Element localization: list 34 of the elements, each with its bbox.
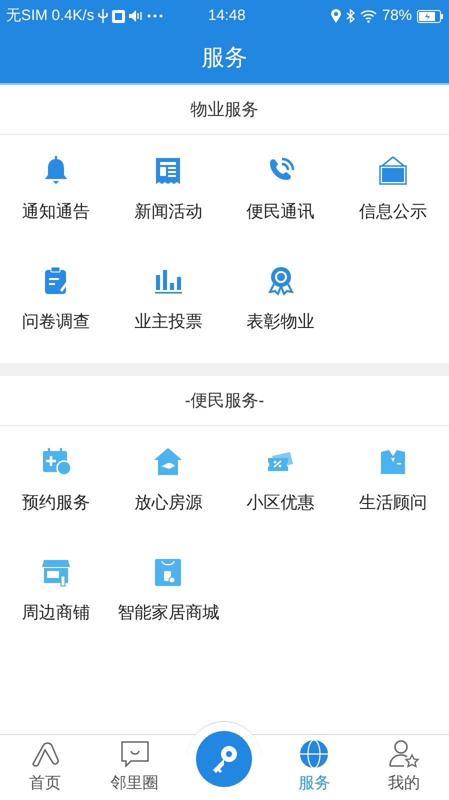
carrier-text: 无SIM (6, 6, 48, 26)
notification-icon (112, 10, 126, 22)
location-icon (330, 9, 341, 23)
wifi-icon (360, 10, 377, 22)
page-title: 服务 (202, 43, 248, 72)
usb-icon (98, 9, 108, 23)
service-item[interactable]: 预约服务 (0, 426, 112, 536)
globe-icon (298, 738, 330, 770)
tab[interactable]: 我的 (359, 735, 449, 800)
tab[interactable]: 首页 (0, 735, 90, 800)
more-icon (147, 14, 164, 18)
person-star-icon (388, 738, 420, 770)
tab[interactable]: 邻里圈 (90, 735, 180, 800)
service-item[interactable]: 周边商铺 (0, 536, 112, 646)
section-title: 物业服务 (190, 98, 258, 121)
hanging-board-icon (376, 155, 409, 188)
section-title: -便民服务- (184, 390, 264, 412)
service-item[interactable]: 通知通告 (0, 135, 112, 245)
service-item[interactable]: 表彰物业 (224, 245, 337, 355)
speaker-icon (129, 10, 144, 22)
service-item[interactable]: 放心房源 (112, 426, 224, 536)
service-item[interactable]: 小区优惠 (224, 426, 337, 536)
network-speed: 0.4K/s (52, 6, 94, 26)
service-item[interactable]: 信息公示 (336, 135, 449, 245)
clock-text: 14:48 (208, 6, 246, 26)
battery-percent: 78% (382, 6, 412, 26)
bluetooth-icon (346, 9, 355, 23)
battery-icon (417, 10, 443, 22)
service-item[interactable]: 智能家居商城 (112, 536, 224, 646)
service-item[interactable]: 业主投票 (112, 245, 224, 355)
service-item[interactable]: 便民通讯 (224, 135, 337, 245)
service-item[interactable]: 生活顾问 (336, 426, 449, 536)
service-item[interactable]: 问卷调查 (0, 245, 112, 355)
service-item[interactable]: 新闻活动 (112, 135, 224, 245)
